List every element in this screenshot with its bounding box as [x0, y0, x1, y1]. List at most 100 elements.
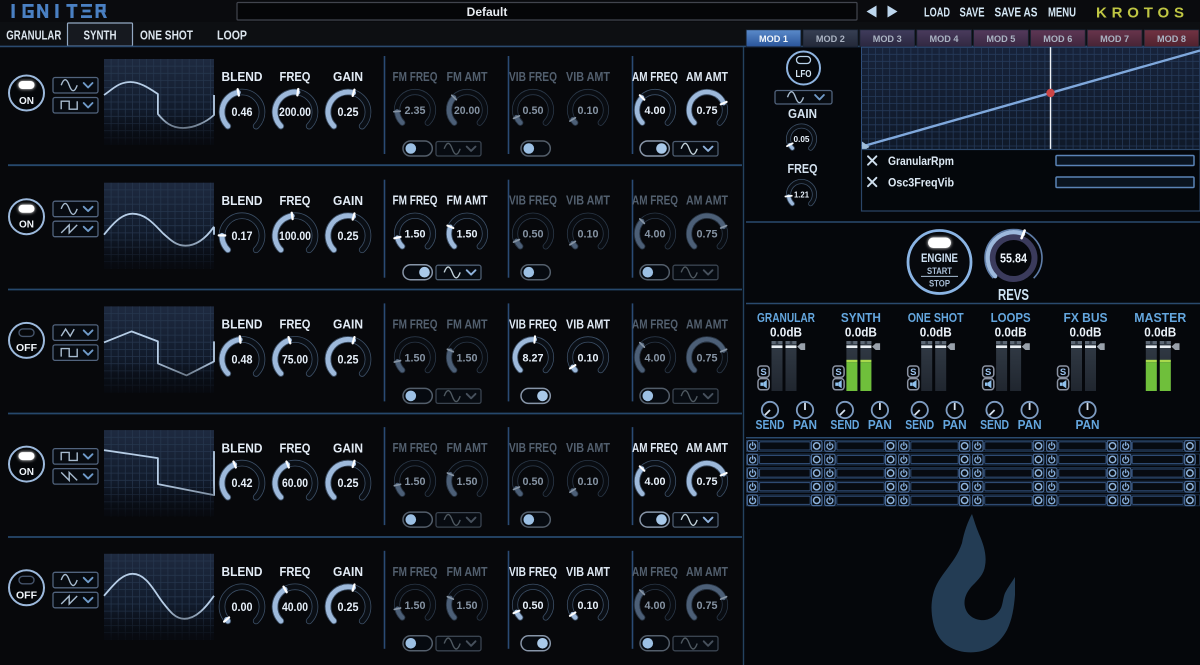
svg-text:ON: ON: [19, 95, 34, 107]
svg-text:FREQ: FREQ: [280, 317, 311, 332]
svg-text:0.75: 0.75: [697, 352, 718, 364]
svg-text:FM AMT: FM AMT: [447, 194, 488, 208]
svg-text:FM FREQ: FM FREQ: [393, 317, 438, 331]
svg-text:0.50: 0.50: [523, 105, 544, 117]
svg-text:FM AMT: FM AMT: [447, 565, 488, 579]
svg-text:AM AMT: AM AMT: [686, 70, 728, 84]
svg-text:VIB FREQ: VIB FREQ: [509, 441, 557, 455]
svg-text:BLEND: BLEND: [222, 317, 263, 332]
svg-text:Osc3FreqVib: Osc3FreqVib: [888, 175, 954, 189]
svg-text:0.10: 0.10: [578, 105, 599, 117]
svg-text:0.50: 0.50: [523, 229, 544, 241]
svg-text:MOD 7: MOD 7: [1100, 34, 1129, 45]
svg-text:FM AMT: FM AMT: [447, 317, 488, 331]
svg-text:SAVE: SAVE: [960, 6, 985, 20]
svg-text:FX BUS: FX BUS: [1064, 311, 1108, 325]
svg-text:20.00: 20.00: [454, 105, 480, 117]
svg-text:OFF: OFF: [16, 342, 38, 354]
svg-text:GAIN: GAIN: [333, 317, 363, 332]
svg-text:GAIN: GAIN: [333, 69, 363, 84]
svg-text:MOD 4: MOD 4: [930, 34, 960, 45]
svg-text:KROTOS: KROTOS: [1096, 4, 1184, 21]
svg-text:FREQ: FREQ: [280, 564, 311, 579]
svg-text:0.25: 0.25: [338, 355, 360, 367]
svg-text:0.42: 0.42: [232, 478, 253, 490]
svg-text:0.0dB: 0.0dB: [845, 326, 877, 340]
svg-text:MOD 6: MOD 6: [1043, 34, 1072, 45]
svg-text:ON: ON: [19, 218, 34, 230]
svg-text:0.25: 0.25: [338, 231, 360, 243]
svg-text:VIB AMT: VIB AMT: [566, 194, 610, 208]
svg-text:1.50: 1.50: [457, 476, 478, 488]
svg-text:1.50: 1.50: [457, 352, 478, 364]
svg-text:ENGINE: ENGINE: [921, 253, 958, 265]
svg-text:0.0dB: 0.0dB: [920, 326, 952, 340]
svg-text:BLEND: BLEND: [222, 193, 263, 208]
svg-text:START: START: [927, 266, 952, 277]
svg-text:LOAD: LOAD: [924, 6, 950, 20]
svg-text:PAN: PAN: [1076, 418, 1100, 432]
svg-text:S: S: [760, 367, 766, 378]
svg-text:0.0dB: 0.0dB: [770, 326, 802, 340]
svg-text:0.17: 0.17: [232, 231, 253, 243]
svg-text:FM FREQ: FM FREQ: [393, 194, 438, 208]
svg-text:Default: Default: [467, 5, 508, 19]
svg-text:FM AMT: FM AMT: [447, 70, 488, 84]
svg-text:0.0dB: 0.0dB: [1070, 326, 1102, 340]
svg-text:0.75: 0.75: [697, 600, 718, 612]
svg-text:4.00: 4.00: [645, 352, 666, 364]
svg-text:8.27: 8.27: [523, 352, 544, 364]
svg-text:BLEND: BLEND: [222, 69, 263, 84]
svg-text:GRANULAR: GRANULAR: [757, 311, 815, 325]
svg-text:60.00: 60.00: [282, 478, 308, 490]
svg-text:GRANULAR: GRANULAR: [6, 28, 61, 43]
svg-text:LFO: LFO: [796, 69, 812, 80]
svg-text:SEND: SEND: [980, 418, 1009, 432]
svg-text:FREQ: FREQ: [788, 162, 818, 176]
svg-text:0.00: 0.00: [232, 602, 253, 614]
svg-text:MOD 2: MOD 2: [816, 34, 845, 45]
svg-text:MOD 3: MOD 3: [873, 34, 902, 45]
svg-text:S: S: [910, 367, 916, 378]
svg-text:AM FREQ: AM FREQ: [632, 70, 678, 84]
svg-text:S: S: [985, 367, 991, 378]
svg-text:100.00: 100.00: [279, 231, 311, 243]
svg-text:0.75: 0.75: [697, 229, 718, 241]
svg-text:40.00: 40.00: [282, 602, 308, 614]
svg-text:4.00: 4.00: [645, 105, 666, 117]
svg-text:SAVE AS: SAVE AS: [995, 6, 1038, 20]
svg-text:0.50: 0.50: [523, 600, 544, 612]
svg-text:AM FREQ: AM FREQ: [632, 317, 678, 331]
svg-text:AM AMT: AM AMT: [686, 317, 728, 331]
svg-text:4.00: 4.00: [645, 600, 666, 612]
svg-text:GAIN: GAIN: [333, 193, 363, 208]
svg-text:BLEND: BLEND: [222, 440, 263, 455]
svg-text:MOD 5: MOD 5: [986, 34, 1016, 45]
svg-text:VIB FREQ: VIB FREQ: [509, 194, 557, 208]
svg-text:FM FREQ: FM FREQ: [393, 70, 438, 84]
svg-text:0.05: 0.05: [794, 134, 810, 144]
svg-text:FREQ: FREQ: [280, 193, 311, 208]
svg-text:55.84: 55.84: [1000, 251, 1028, 266]
svg-text:MENU: MENU: [1048, 6, 1076, 20]
svg-text:0.10: 0.10: [578, 352, 599, 364]
svg-text:1.50: 1.50: [405, 600, 426, 612]
svg-text:SYNTH: SYNTH: [84, 28, 117, 43]
svg-text:4.00: 4.00: [645, 476, 666, 488]
svg-text:FREQ: FREQ: [280, 69, 311, 84]
svg-text:VIB FREQ: VIB FREQ: [509, 70, 557, 84]
svg-text:0.46: 0.46: [232, 107, 253, 119]
svg-text:VIB FREQ: VIB FREQ: [509, 317, 557, 331]
svg-text:AM AMT: AM AMT: [686, 194, 728, 208]
svg-text:200.00: 200.00: [279, 107, 311, 119]
svg-text:SEND: SEND: [756, 418, 785, 432]
svg-text:PAN: PAN: [793, 418, 817, 432]
svg-text:FM AMT: FM AMT: [447, 441, 488, 455]
svg-text:MOD 8: MOD 8: [1157, 34, 1186, 45]
svg-text:VIB AMT: VIB AMT: [566, 441, 610, 455]
svg-text:0.25: 0.25: [338, 602, 360, 614]
svg-text:AM AMT: AM AMT: [686, 565, 728, 579]
svg-text:0.75: 0.75: [697, 476, 718, 488]
svg-text:FM FREQ: FM FREQ: [393, 565, 438, 579]
svg-text:0.50: 0.50: [523, 476, 544, 488]
